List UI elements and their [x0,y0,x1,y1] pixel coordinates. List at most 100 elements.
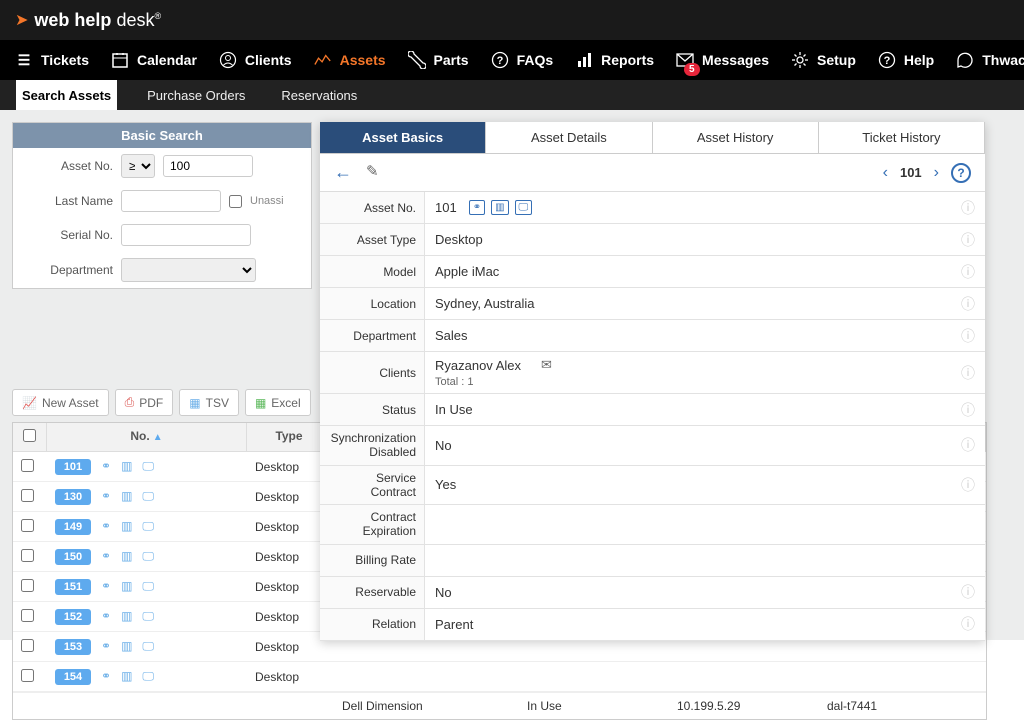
link-icon[interactable]: ⚭ [101,549,111,564]
nav-messages[interactable]: Messages5 [676,51,769,69]
monitor-icon[interactable]: 🖵 [142,519,154,534]
nav-parts[interactable]: Parts [408,51,469,69]
barcode-icon[interactable]: ▥ [121,459,132,474]
select-all-checkbox[interactable] [23,429,36,442]
monitor-icon[interactable]: 🖵 [142,489,154,504]
info-icon[interactable]: ⓘ [961,435,985,455]
link-icon[interactable]: ⚭ [101,459,111,474]
row-checkbox[interactable] [21,459,34,472]
row-checkbox[interactable] [21,669,34,682]
prev-arrow-icon[interactable]: ‹ [883,164,888,182]
last-name-input[interactable] [121,190,221,212]
info-icon[interactable]: ⓘ [961,198,985,218]
asset-no-input[interactable] [163,155,253,177]
nav-thwack[interactable]: Thwack [956,51,1024,69]
asset-badge[interactable]: 149 [55,519,91,535]
tab-ticket-history[interactable]: Ticket History [819,122,985,153]
expiration-value [425,519,985,529]
asset-no-value: 101 [435,200,457,215]
unassigned-checkbox[interactable] [229,195,242,208]
model-dlabel: Model [320,256,425,287]
subnav-search-assets[interactable]: Search Assets [16,80,117,110]
nav-setup[interactable]: Setup [791,51,856,69]
nav-faqs[interactable]: ?FAQs [491,51,554,69]
serial-no-input[interactable] [121,224,251,246]
subnav-reservations[interactable]: Reservations [275,80,363,110]
tab-asset-history[interactable]: Asset History [653,122,819,153]
row-checkbox[interactable] [21,579,34,592]
info-icon[interactable]: ⓘ [961,614,985,634]
department-select[interactable] [121,258,256,282]
info-icon[interactable]: ⓘ [961,582,985,602]
info-icon[interactable]: ⓘ [961,400,985,420]
table-row[interactable]: 154⚭▥🖵Desktop [13,662,986,692]
barcode-icon[interactable]: ▥ [491,200,508,215]
row-checkbox[interactable] [21,519,34,532]
status-value: In Use [425,397,961,422]
link-icon[interactable]: ⚭ [101,609,111,624]
link-icon[interactable]: ⚭ [101,639,111,654]
calendar-icon [111,51,129,69]
row-checkbox[interactable] [21,489,34,502]
nav-assets[interactable]: Assets [314,51,386,69]
barcode-icon[interactable]: ▥ [121,549,132,564]
info-icon[interactable]: ⓘ [961,294,985,314]
panel-help-icon[interactable]: ? [951,163,971,183]
asset-badge[interactable]: 152 [55,609,91,625]
nav-tickets[interactable]: ☰Tickets [15,51,89,69]
model-value: Apple iMac [425,259,961,284]
barcode-icon[interactable]: ▥ [121,639,132,654]
barcode-icon[interactable]: ▥ [121,579,132,594]
monitor-icon[interactable]: 🖵 [142,609,154,624]
help-icon: ? [878,51,896,69]
row-checkbox[interactable] [21,609,34,622]
link-icon[interactable]: ⚭ [469,200,485,215]
link-icon[interactable]: ⚭ [101,669,111,684]
tab-asset-basics[interactable]: Asset Basics [320,122,486,153]
info-icon[interactable]: ⓘ [961,262,985,282]
bottom-status: In Use [517,693,667,719]
nav-calendar[interactable]: Calendar [111,51,197,69]
barcode-icon[interactable]: ▥ [121,489,132,504]
row-checkbox[interactable] [21,639,34,652]
subnav-purchase-orders[interactable]: Purchase Orders [141,80,251,110]
monitor-icon[interactable]: 🖵 [142,579,154,594]
next-arrow-icon[interactable]: › [934,164,939,182]
setup-icon [791,51,809,69]
asset-badge[interactable]: 151 [55,579,91,595]
asset-no-operator[interactable]: ≥ [121,154,155,178]
link-icon[interactable]: ⚭ [101,579,111,594]
monitor-icon[interactable]: 🖵 [515,200,533,215]
barcode-icon[interactable]: ▥ [121,669,132,684]
new-asset-button[interactable]: 📈New Asset [12,389,109,416]
info-icon[interactable]: ⓘ [961,475,985,495]
info-icon[interactable]: ⓘ [961,230,985,250]
link-icon[interactable]: ⚭ [101,489,111,504]
link-icon[interactable]: ⚭ [101,519,111,534]
monitor-icon[interactable]: 🖵 [142,549,154,564]
tsv-button[interactable]: ▦TSV [179,389,239,416]
nav-clients[interactable]: Clients [219,51,292,69]
col-no[interactable]: No.▲ [47,423,247,451]
back-arrow-icon[interactable]: ← [334,162,352,183]
asset-badge[interactable]: 130 [55,489,91,505]
asset-badge[interactable]: 153 [55,639,91,655]
pdf-button[interactable]: ⎙PDF [115,389,174,416]
nav-help[interactable]: ?Help [878,51,934,69]
monitor-icon[interactable]: 🖵 [142,459,154,474]
tab-asset-details[interactable]: Asset Details [486,122,652,153]
mail-icon[interactable]: ✉ [541,357,552,373]
asset-badge[interactable]: 154 [55,669,91,685]
asset-badge[interactable]: 101 [55,459,91,475]
monitor-icon[interactable]: 🖵 [142,639,154,654]
asset-badge[interactable]: 150 [55,549,91,565]
barcode-icon[interactable]: ▥ [121,519,132,534]
info-icon[interactable]: ⓘ [961,326,985,346]
edit-pencil-icon[interactable]: ✎ [366,162,379,183]
info-icon[interactable]: ⓘ [961,363,985,383]
monitor-icon[interactable]: 🖵 [142,669,154,684]
barcode-icon[interactable]: ▥ [121,609,132,624]
excel-button[interactable]: ▦Excel [245,389,311,416]
nav-reports[interactable]: Reports [575,51,654,69]
row-checkbox[interactable] [21,549,34,562]
